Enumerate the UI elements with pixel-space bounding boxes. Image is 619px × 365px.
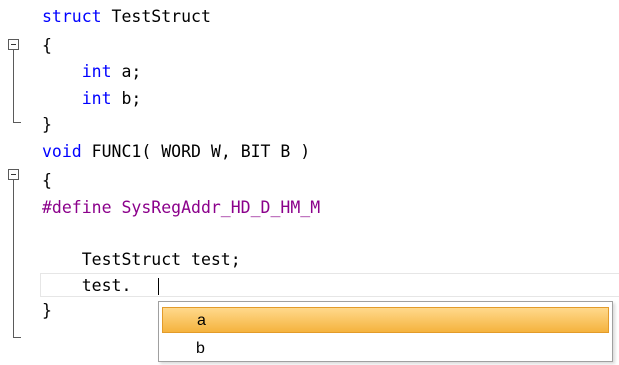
code-line[interactable]: } (42, 112, 52, 138)
code-line[interactable]: int b; (42, 86, 142, 112)
code-token: { (42, 171, 52, 190)
fold-end-marker (13, 122, 21, 123)
code-token: TestStruct (101, 7, 211, 26)
collapse-icon[interactable] (8, 39, 19, 50)
code-token: FUNC1( WORD W, BIT B ) (81, 142, 311, 161)
code-editor[interactable]: struct TestStruct { int a; int b;} void FU… (0, 0, 619, 365)
code-line[interactable]: test. (42, 273, 132, 299)
code-line[interactable]: { (42, 33, 52, 59)
code-token: test. (42, 276, 132, 295)
completion-item-a[interactable]: a (162, 307, 609, 333)
code-line[interactable]: TestStruct test; (42, 247, 241, 273)
fold-line (13, 50, 14, 123)
code-line[interactable]: int a; (42, 59, 142, 85)
code-token: b; (111, 89, 142, 108)
preprocessor-token: #define SysRegAddr_HD_D_HM_M (42, 198, 321, 217)
code-token: } (42, 115, 52, 134)
fold-line (13, 180, 14, 338)
code-line[interactable]: #define SysRegAddr_HD_D_HM_M (42, 195, 320, 221)
keyword-token: void (42, 142, 82, 161)
code-line[interactable]: } (42, 298, 52, 324)
keyword-token: int (42, 62, 112, 81)
intellisense-popup[interactable]: a b (158, 301, 613, 362)
text-caret (158, 278, 159, 295)
collapse-icon[interactable] (8, 169, 19, 180)
code-line[interactable]: { (42, 168, 52, 194)
fold-gutter (0, 0, 40, 365)
code-token: } (42, 301, 52, 320)
keyword-token: int (42, 89, 112, 108)
code-line[interactable]: void FUNC1( WORD W, BIT B ) (42, 139, 310, 165)
keyword-token: struct (42, 7, 102, 26)
code-token: { (42, 36, 52, 55)
completion-item-b[interactable]: b (162, 336, 609, 362)
code-token: TestStruct test; (42, 250, 241, 269)
code-token: a; (111, 62, 142, 81)
code-line[interactable]: struct TestStruct (42, 4, 211, 30)
fold-end-marker (13, 337, 21, 338)
